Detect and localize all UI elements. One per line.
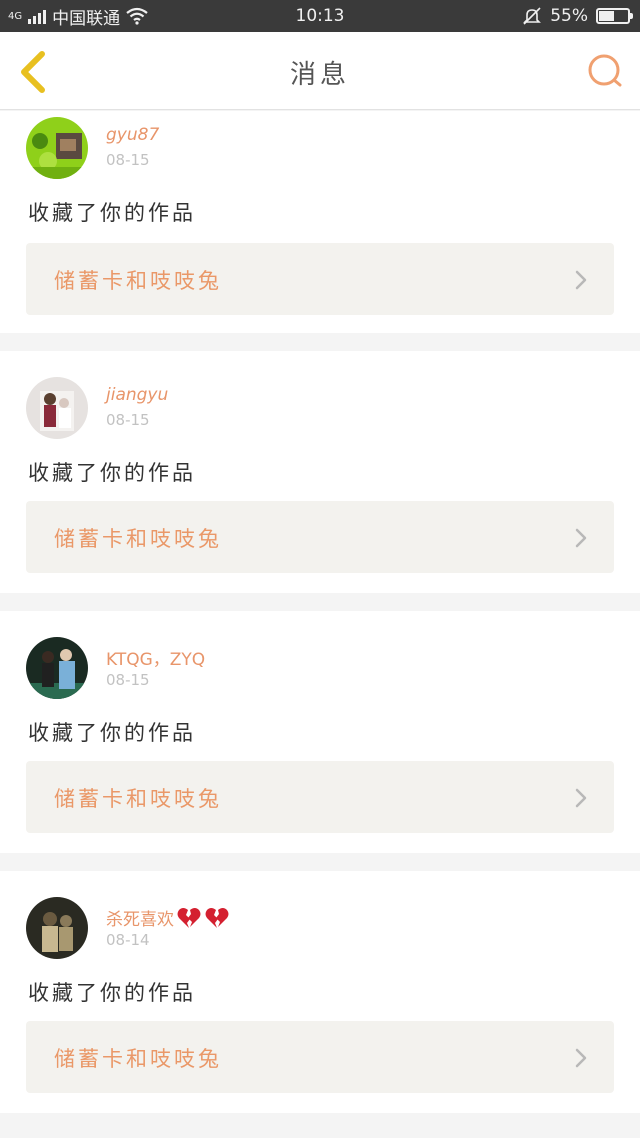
- work-title: 储蓄卡和吱吱兔: [54, 269, 222, 293]
- username-text: 杀死喜欢: [106, 910, 174, 930]
- message-date: 08-14: [106, 931, 150, 949]
- username-text: jiangyu: [106, 385, 169, 405]
- username[interactable]: gyu87: [106, 125, 159, 145]
- status-bar: 4G 中国联通 10:13 55%: [0, 0, 640, 32]
- message-card: 杀死喜欢 08-14 收藏了你的作品 储蓄卡和吱吱兔: [0, 871, 640, 1113]
- signal-icon: [28, 8, 47, 24]
- battery-icon: [596, 8, 633, 24]
- wifi-icon: [126, 7, 148, 25]
- back-button[interactable]: [14, 50, 54, 94]
- chevron-right-icon: [575, 270, 587, 290]
- work-title: 储蓄卡和吱吱兔: [54, 787, 222, 811]
- username-text: gyu87: [106, 125, 160, 145]
- username[interactable]: jiangyu: [106, 385, 168, 405]
- network-type: 4G: [8, 10, 23, 22]
- work-title: 储蓄卡和吱吱兔: [54, 1047, 222, 1071]
- avatar[interactable]: [26, 897, 88, 959]
- message-date: 08-15: [106, 671, 150, 689]
- work-link[interactable]: 储蓄卡和吱吱兔: [26, 761, 614, 833]
- carrier-name: 中国联通: [52, 8, 121, 29]
- message-action: 收藏了你的作品: [28, 461, 196, 485]
- message-date: 08-15: [106, 411, 150, 429]
- search-icon: [588, 54, 622, 87]
- chevron-right-icon: [575, 528, 587, 548]
- nav-bar: 消息: [0, 32, 640, 110]
- message-action: 收藏了你的作品: [28, 721, 196, 745]
- mute-bell-icon: [523, 7, 542, 25]
- message-date: 08-15: [106, 151, 150, 169]
- broken-heart-icon: [177, 907, 201, 928]
- chevron-right-icon: [575, 1048, 587, 1068]
- username-text: KTQG，ZYQ: [106, 650, 206, 670]
- page-title: 消息: [289, 60, 350, 90]
- search-button[interactable]: [586, 52, 626, 92]
- avatar[interactable]: [26, 637, 88, 699]
- username[interactable]: 杀死喜欢: [106, 905, 230, 930]
- work-link[interactable]: 储蓄卡和吱吱兔: [26, 243, 614, 315]
- work-link[interactable]: 储蓄卡和吱吱兔: [26, 1021, 614, 1093]
- status-left: 4G 中国联通: [8, 0, 148, 32]
- message-card: jiangyu 08-15 收藏了你的作品 储蓄卡和吱吱兔: [0, 351, 640, 593]
- message-list: gyu87 08-15 收藏了你的作品 储蓄卡和吱吱兔 jiangyu 08-1…: [0, 111, 640, 1131]
- battery-fill: [599, 11, 615, 21]
- avatar[interactable]: [26, 117, 88, 179]
- work-link[interactable]: 储蓄卡和吱吱兔: [26, 501, 614, 573]
- message-action: 收藏了你的作品: [28, 201, 196, 225]
- back-chevron-icon: [21, 51, 45, 93]
- status-right: 55%: [522, 0, 633, 32]
- battery-percent: 55%: [550, 6, 588, 26]
- work-title: 储蓄卡和吱吱兔: [54, 527, 222, 551]
- broken-heart-icon: [205, 907, 229, 928]
- username[interactable]: KTQG，ZYQ: [106, 645, 205, 670]
- message-action: 收藏了你的作品: [28, 981, 196, 1005]
- chevron-right-icon: [575, 788, 587, 808]
- message-card: KTQG，ZYQ 08-15 收藏了你的作品 储蓄卡和吱吱兔: [0, 611, 640, 853]
- avatar[interactable]: [26, 377, 88, 439]
- message-card: gyu87 08-15 收藏了你的作品 储蓄卡和吱吱兔: [0, 111, 640, 333]
